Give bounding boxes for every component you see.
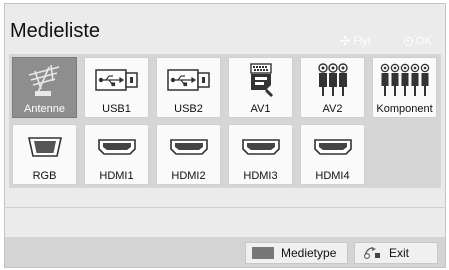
source-tile-hdmi2[interactable]: HDMI2 xyxy=(156,124,221,185)
source-label: HDMI4 xyxy=(315,170,350,182)
ok-icon xyxy=(404,36,413,46)
scart-icon xyxy=(244,63,278,97)
source-label: AV2 xyxy=(322,103,343,115)
antenna-icon xyxy=(23,63,67,97)
rca-icon xyxy=(316,63,350,97)
source-tile-hdmi1[interactable]: HDMI1 xyxy=(84,124,149,185)
move-hint-label: Flyt xyxy=(353,35,371,47)
vga-icon xyxy=(27,130,63,164)
hdmi-icon xyxy=(313,130,353,164)
source-tile-usb1[interactable]: USB1 xyxy=(84,57,149,118)
navigate-icon: ✣ xyxy=(340,34,351,48)
source-tile-komponent[interactable]: Komponent xyxy=(372,57,437,118)
ok-hint-label: OK xyxy=(416,35,432,47)
gray-key-icon xyxy=(252,247,274,259)
usb-icon xyxy=(94,63,139,97)
exit-label: Exit xyxy=(389,246,410,260)
hdmi-icon xyxy=(169,130,209,164)
hdmi-icon xyxy=(97,130,137,164)
source-label: HDMI3 xyxy=(243,170,278,182)
source-tile-usb2[interactable]: USB2 xyxy=(156,57,221,118)
exit-button[interactable]: Exit xyxy=(354,242,438,264)
source-label: USB2 xyxy=(174,103,203,115)
page-title: Medieliste xyxy=(10,20,101,42)
move-hint: ✣ Flyt xyxy=(340,35,371,47)
source-label: RGB xyxy=(32,170,57,182)
component-icon xyxy=(380,63,430,97)
usb-icon xyxy=(166,63,211,97)
source-tile-rgb[interactable]: RGB xyxy=(12,124,77,185)
media-type-button[interactable]: Medietype xyxy=(245,242,348,264)
source-label: HDMI2 xyxy=(171,170,206,182)
source-tile-hdmi3[interactable]: HDMI3 xyxy=(228,124,293,185)
source-label: Komponent xyxy=(376,103,433,115)
source-tile-av1[interactable]: AV1 xyxy=(228,57,293,118)
source-tile-antenne[interactable]: Antenne xyxy=(12,57,77,118)
source-tile-hdmi4[interactable]: HDMI4 xyxy=(300,124,365,185)
source-label: Antenne xyxy=(24,103,65,115)
source-grid: Antenne USB1 USB2 AV1 AV2 Komponent RGB … xyxy=(9,54,441,188)
media-type-label: Medietype xyxy=(281,246,337,260)
source-label: HDMI1 xyxy=(99,170,134,182)
source-label: USB1 xyxy=(102,103,131,115)
source-label: AV1 xyxy=(250,103,271,115)
divider xyxy=(4,207,446,208)
hdmi-icon xyxy=(241,130,281,164)
exit-icon xyxy=(363,247,381,259)
source-tile-av2[interactable]: AV2 xyxy=(300,57,365,118)
ok-hint: OK xyxy=(404,35,432,47)
